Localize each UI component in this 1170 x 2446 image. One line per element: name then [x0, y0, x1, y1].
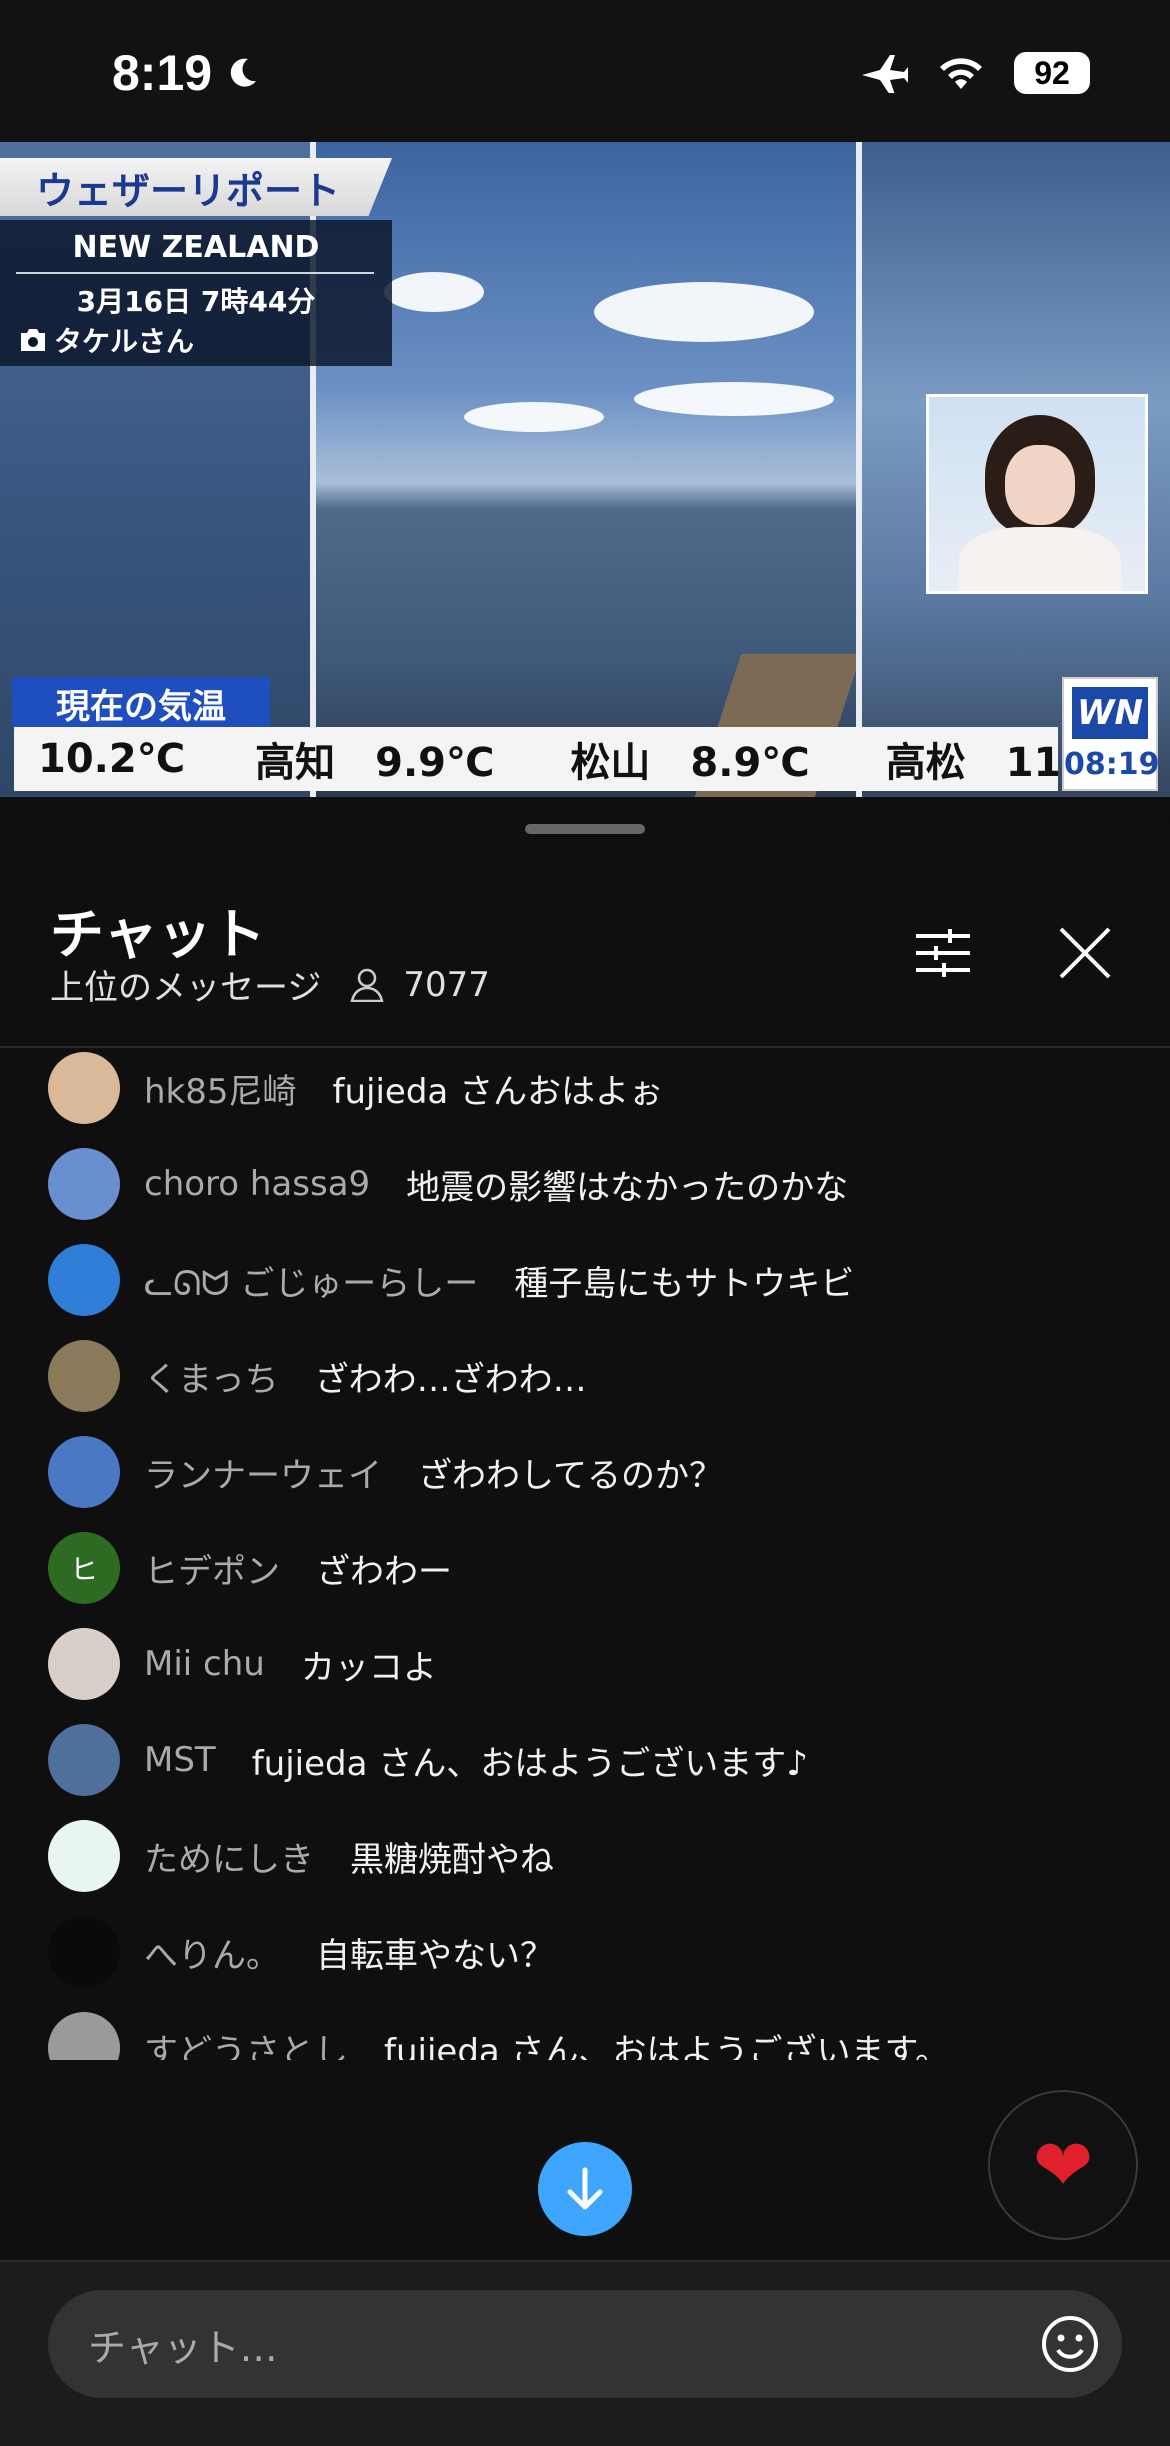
wn-logo: WN 08:19: [1062, 677, 1160, 791]
filter-button[interactable]: [908, 918, 978, 988]
chat-message-list[interactable]: hk85尼崎 fujieda さんおはよぉ choro hassa9 地震の影響はなか…: [0, 1048, 1170, 2060]
message-text: fujieda さん、おはようございます。: [384, 2031, 950, 2061]
message-text: ざわわ…ざわわ…: [314, 1359, 587, 1400]
chat-message[interactable]: hk85尼崎 fujieda さんおはよぉ: [48, 1052, 663, 1124]
ticker-item: 高松 11.4℃: [885, 740, 1058, 786]
avatar[interactable]: [48, 1724, 120, 1796]
ticker-item: 松山 8.9℃: [570, 740, 810, 786]
ticker-item: 高知 9.9℃: [255, 740, 495, 786]
banner-date: 3月16日 7時44分: [76, 285, 316, 318]
airplane-icon: [862, 55, 908, 93]
arrow-down-icon: [567, 2167, 603, 2210]
message-text: 自転車やない？: [316, 1935, 554, 1976]
message-author[interactable]: choro hassa9: [144, 1164, 370, 1204]
avatar[interactable]: [48, 1820, 120, 1892]
news-anchor-inset: [926, 394, 1148, 594]
chat-message[interactable]: choro hassa9 地震の影響はなかったのかな: [48, 1148, 848, 1220]
avatar[interactable]: [48, 1244, 120, 1316]
camera-icon: [21, 329, 45, 351]
message-text: 地震の影響はなかったのかな: [406, 1167, 849, 1208]
chat-message[interactable]: MST fujieda さん、おはようございます♪: [48, 1724, 808, 1796]
message-text: 黒糖焼酎やね: [350, 1839, 554, 1880]
chat-message[interactable]: へりん。 自転車やない？: [48, 1916, 554, 1988]
wn-logo-time: 08:19: [1064, 747, 1160, 782]
time-text: 8:19: [112, 45, 213, 101]
moon-icon: [230, 58, 257, 87]
message-author[interactable]: くまっち: [144, 1352, 279, 1401]
message-author[interactable]: Mii chu: [144, 1644, 265, 1684]
chat-subtitle: 上位のメッセージ 7077: [50, 960, 490, 1009]
close-button[interactable]: [1050, 918, 1120, 988]
scroll-to-bottom-button[interactable]: [538, 2142, 632, 2236]
banner-title: ウェザーリポート: [0, 158, 392, 216]
status-icons: 92: [860, 52, 1090, 94]
chat-input[interactable]: チャット…: [48, 2290, 1122, 2398]
message-author[interactable]: ᓚᘏᗢ ごじゅーらしー: [144, 1256, 478, 1305]
chat-mode[interactable]: 上位のメッセージ: [50, 960, 321, 1009]
message-author[interactable]: へりん。: [144, 1928, 280, 1977]
chat-panel: チャット 上位のメッセージ 7077 hk85尼崎 fujieda さんおはよぉ c…: [0, 800, 1170, 2446]
message-text: カッコよ: [300, 1647, 437, 1688]
close-icon: [1059, 927, 1111, 979]
status-time: 8:19: [112, 44, 260, 102]
avatar[interactable]: ヒ: [48, 1532, 120, 1604]
message-author[interactable]: hk85尼崎: [144, 1064, 297, 1113]
video-panel-center: [314, 142, 862, 797]
emoji-icon[interactable]: [1040, 2314, 1100, 2374]
chat-message[interactable]: ためにしき 黒糖焼酎やね: [48, 1820, 554, 1892]
person-icon: [350, 968, 384, 1002]
viewer-count: 7077: [349, 965, 490, 1005]
message-author[interactable]: ランナーウェイ: [144, 1448, 382, 1497]
banner-country: NEW ZEALAND: [72, 230, 320, 265]
chat-message[interactable]: ヒヒデポン ざわわー: [48, 1532, 452, 1604]
message-text: fujieda さん、おはようございます♪: [251, 1743, 808, 1784]
message-author[interactable]: MST: [144, 1740, 216, 1780]
chat-message[interactable]: Mii chu カッコよ: [48, 1628, 437, 1700]
video-player[interactable]: ウェザーリポート NEW ZEALAND 3月16日 7時44分 タケルさん 現…: [0, 142, 1170, 797]
message-author[interactable]: すどうさとし: [144, 2024, 348, 2061]
status-bar: 8:19 92: [0, 0, 1170, 142]
message-text: 種子島にもサトウキビ: [514, 1263, 855, 1304]
chat-message[interactable]: ランナーウェイ ざわわしてるのか？: [48, 1436, 723, 1508]
avatar[interactable]: [48, 1436, 120, 1508]
battery-indicator: 92: [1014, 52, 1090, 94]
avatar[interactable]: [48, 1148, 120, 1220]
chat-message[interactable]: ᓚᘏᗢ ごじゅーらしー 種子島にもサトウキビ: [48, 1244, 854, 1316]
message-text: fujieda さんおはよぉ: [332, 1071, 664, 1112]
avatar[interactable]: [48, 1340, 120, 1412]
wn-logo-mark: WN: [1072, 687, 1148, 739]
message-author[interactable]: ヒデポン: [144, 1544, 280, 1593]
message-text: ざわわしてるのか？: [418, 1455, 723, 1496]
heart-icon: ❤: [1032, 2123, 1094, 2207]
chat-message[interactable]: くまっち ざわわ…ざわわ…: [48, 1340, 587, 1412]
drag-handle[interactable]: [525, 824, 645, 834]
banner-photographer: タケルさん: [18, 320, 194, 360]
chat-message[interactable]: すどうさとし fujieda さん、おはようございます。: [48, 2012, 949, 2060]
message-author[interactable]: ためにしき: [144, 1832, 314, 1881]
wifi-icon: [940, 58, 982, 89]
chat-input-bar: チャット…: [0, 2260, 1170, 2446]
current-temp-tag: 現在の気温: [12, 677, 270, 729]
chat-input-placeholder: チャット…: [88, 2325, 278, 2370]
sliders-icon: [916, 929, 970, 977]
photographer-name: タケルさん: [54, 325, 195, 358]
avatar[interactable]: [48, 2012, 120, 2060]
viewer-count-value: 7077: [403, 964, 490, 1005]
chat-title: チャット: [50, 903, 266, 966]
avatar[interactable]: [48, 1916, 120, 1988]
avatar[interactable]: [48, 1628, 120, 1700]
message-text: ざわわー: [316, 1551, 452, 1592]
banner-info: NEW ZEALAND 3月16日 7時44分 タケルさん: [0, 220, 392, 366]
heart-reaction-button[interactable]: ❤: [988, 2090, 1138, 2240]
ticker-item: 10.2℃: [38, 736, 186, 782]
temperature-ticker: 10.2℃ 高知 9.9℃ 松山 8.9℃ 高松 11.4℃: [14, 727, 1058, 791]
avatar[interactable]: [48, 1052, 120, 1124]
